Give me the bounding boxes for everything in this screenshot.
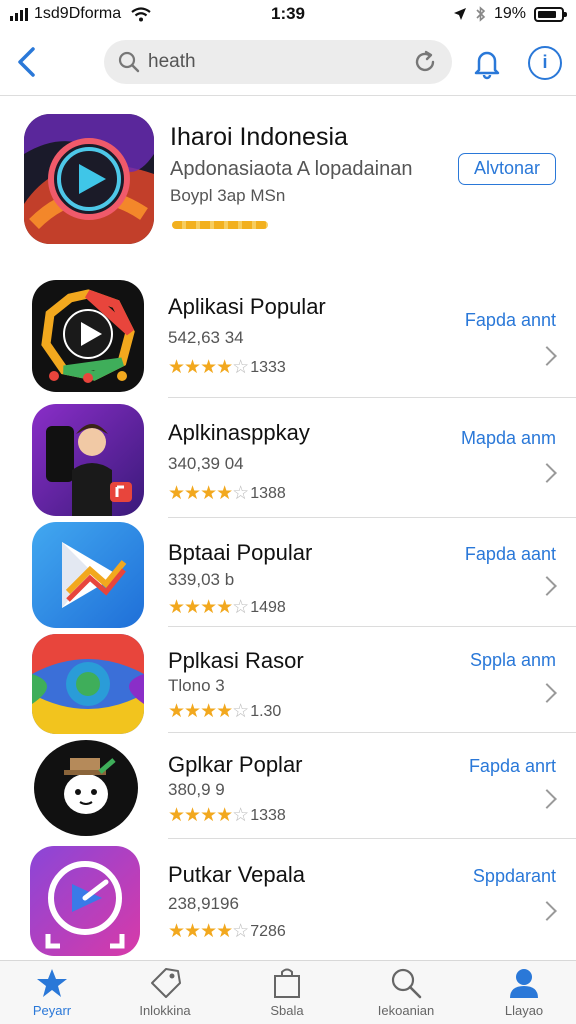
star-icon xyxy=(37,969,67,997)
app-icon xyxy=(34,740,138,836)
featured-app-icon xyxy=(24,114,154,244)
app-action-link[interactable]: Mapda anm xyxy=(461,428,556,449)
person-icon xyxy=(510,969,538,998)
app-meta: Tlono 3 xyxy=(168,676,225,695)
tab-label: Peyarr xyxy=(32,1003,72,1018)
star-rating: ★★★★☆ xyxy=(168,357,249,378)
location-icon xyxy=(453,8,466,20)
search-icon xyxy=(391,968,422,999)
tab-categories[interactable]: Inlokkina xyxy=(115,967,215,1023)
chevron-left-icon xyxy=(18,47,35,77)
divider xyxy=(168,838,576,839)
divider xyxy=(168,626,576,627)
chevron-right-icon[interactable] xyxy=(537,576,557,596)
tab-search[interactable]: Iekoanian xyxy=(356,967,456,1023)
list-item[interactable]: Aplkinasppkay 340,39 04 ★★★★☆ 1388 Mapda … xyxy=(0,398,576,518)
featured-app[interactable]: Iharoi Indonesia Apdonasiaota A lopadain… xyxy=(0,98,576,260)
chevron-right-icon[interactable] xyxy=(537,901,557,921)
rating-count: 1338 xyxy=(250,806,286,824)
star-rating: ★★★★☆ xyxy=(168,597,249,618)
list-item[interactable]: Bptaai Popular 339,03 b ★★★★☆ 1498 Fapda … xyxy=(0,518,576,628)
search-query: heath xyxy=(148,51,196,72)
app-icon xyxy=(30,846,140,956)
star-rating: ★★★★☆ xyxy=(168,921,249,942)
tab-label: Llayao xyxy=(504,1003,544,1018)
bell-icon[interactable] xyxy=(470,46,504,80)
rating-count: 1.30 xyxy=(250,702,282,720)
tab-bar: Peyarr Inlokkina Sbala Iekoanian Llayao xyxy=(0,960,576,1024)
info-icon[interactable]: i xyxy=(528,46,562,80)
app-name: Gplkar Poplar xyxy=(168,752,303,777)
rating-count: 7286 xyxy=(250,922,286,940)
list-item[interactable]: Putkar Vepala 238,9196 ★★★★☆ 7286 Sppdara… xyxy=(0,840,576,958)
status-bar: 1sd9Dforma 1:39 19% xyxy=(0,0,576,30)
shopping-bag-icon xyxy=(274,968,300,998)
tab-account[interactable]: Llayao xyxy=(474,967,574,1023)
app-name: Pplkasi Rasor xyxy=(168,648,304,673)
app-rating: ★★★★☆ 1338 xyxy=(168,804,286,827)
search-icon xyxy=(118,51,140,73)
refresh-icon[interactable] xyxy=(412,49,438,75)
featured-app-rating-bar xyxy=(172,221,268,229)
featured-app-subtitle: Apdonasiaota A lopadainan xyxy=(170,158,413,180)
app-icon xyxy=(32,522,144,628)
app-meta: 339,03 b xyxy=(168,570,235,589)
star-rating: ★★★★☆ xyxy=(168,483,249,504)
featured-app-developer: Boypl 3ap MSn xyxy=(170,186,286,205)
list-item[interactable]: Gplkar Poplar 380,9 9 ★★★★☆ 1338 Fapda an… xyxy=(0,734,576,839)
app-action-link[interactable]: Fapda annt xyxy=(465,310,556,331)
app-name: Aplikasi Popular xyxy=(168,294,326,319)
app-meta: 238,9196 xyxy=(168,894,239,913)
app-rating: ★★★★☆ 1333 xyxy=(168,356,286,379)
divider xyxy=(168,732,576,733)
chevron-right-icon[interactable] xyxy=(537,346,557,366)
tag-icon xyxy=(151,968,181,998)
app-action-link[interactable]: Sppla anm xyxy=(470,650,556,671)
list-item[interactable]: Pplkasi Rasor Tlono 3 ★★★★☆ 1.30 Sppla an… xyxy=(0,628,576,734)
app-icon xyxy=(32,634,144,734)
app-action-link[interactable]: Fapda anrt xyxy=(469,756,556,777)
featured-app-title: Iharoi Indonesia xyxy=(170,123,348,151)
app-icon xyxy=(32,404,144,516)
app-rating: ★★★★☆ 1.30 xyxy=(168,700,281,723)
rating-count: 1498 xyxy=(250,598,286,616)
tab-featured[interactable]: Peyarr xyxy=(2,967,102,1023)
chevron-right-icon[interactable] xyxy=(537,683,557,703)
app-name: Putkar Vepala xyxy=(168,862,305,887)
app-meta: 380,9 9 xyxy=(168,780,225,799)
app-action-link[interactable]: Sppdarant xyxy=(473,866,556,887)
app-rating: ★★★★☆ 7286 xyxy=(168,920,286,943)
navigation-bar: heath i xyxy=(0,30,576,96)
app-action-link[interactable]: Fapda aant xyxy=(465,544,556,565)
featured-get-button[interactable]: Alvtonar xyxy=(458,153,556,185)
chevron-right-icon[interactable] xyxy=(537,789,557,809)
app-icon xyxy=(32,280,144,392)
battery-percent: 19% xyxy=(493,5,526,22)
star-rating: ★★★★☆ xyxy=(168,701,249,722)
rating-count: 1388 xyxy=(250,484,286,502)
list-item[interactable]: Aplikasi Popular 542,63 34 ★★★★☆ 1333 Fap… xyxy=(0,272,576,398)
bluetooth-icon xyxy=(476,6,486,22)
chevron-right-icon[interactable] xyxy=(537,463,557,483)
back-button[interactable] xyxy=(6,40,46,84)
app-meta: 340,39 04 xyxy=(168,454,244,473)
app-rating: ★★★★☆ 1498 xyxy=(168,596,286,619)
app-rating: ★★★★☆ 1388 xyxy=(168,482,286,505)
tab-top-charts[interactable]: Sbala xyxy=(237,967,337,1023)
rating-count: 1333 xyxy=(250,358,286,376)
star-rating: ★★★★☆ xyxy=(168,805,249,826)
battery-icon xyxy=(534,6,567,22)
tab-label: Iekoanian xyxy=(377,1003,435,1018)
app-meta: 542,63 34 xyxy=(168,328,244,347)
app-name: Aplkinasppkay xyxy=(168,420,310,445)
tab-label: Inlokkina xyxy=(139,1003,191,1018)
app-name: Bptaai Popular xyxy=(168,540,313,565)
search-field[interactable]: heath xyxy=(104,40,452,84)
tab-label: Sbala xyxy=(270,1003,304,1018)
